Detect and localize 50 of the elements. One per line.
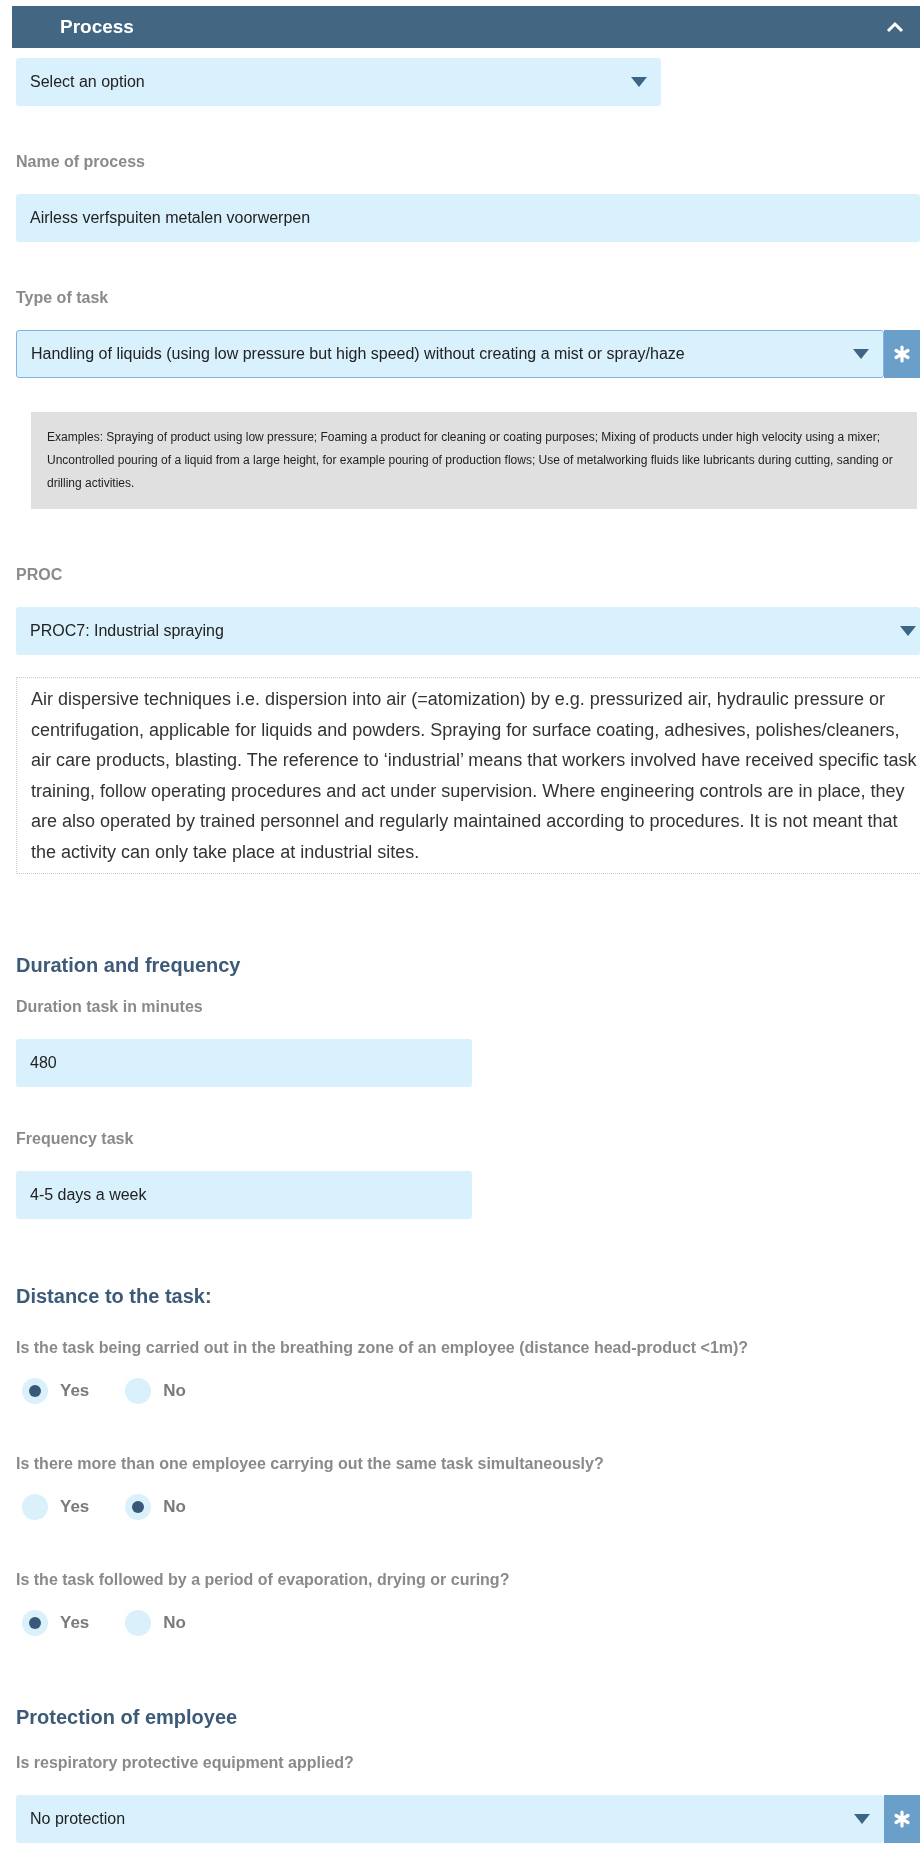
protection-select[interactable]: No protection [16,1795,884,1843]
question-text: Is respiratory protective equipment applied? [16,1753,355,1773]
option-select[interactable]: Select an option [16,58,661,106]
section-title: Process [60,16,134,38]
field-label: Frequency task [16,1129,135,1149]
field-label: Type of task [16,288,110,308]
radio-option[interactable]: Yes [22,1494,90,1520]
field-label: Duration task in minutes [16,997,204,1017]
section-heading: Distance to the task: [16,1285,213,1308]
radio-label: Yes [60,1497,90,1517]
question-text: Is there more than one employee carrying out the same task simultaneously? [16,1454,605,1474]
radio-button[interactable] [125,1378,152,1404]
asterisk-icon [893,345,911,363]
proc-description: Air dispersive techniques i.e. dispersion into air (=atomization) by e.g. pressurized air, hydraulic pressure or centrifugation, applicable for liquids and powders. Spraying for surface coating, adhesives, polishes/cleaners, air care products, blasting. The reference to ‘industrial’ means that workers involved have received specific task training, follow operating procedures and act under supervision. Where engineering controls are in place, they are also operated by trained personnel and regularly maintained according to procedures. It is not meant that the activity can only take place at industrial sites. [16,677,920,874]
required-button[interactable] [884,1795,920,1843]
input-field[interactable]: 4-5 days a week [16,1171,472,1219]
input-field[interactable]: 480 [16,1039,472,1087]
section-header[interactable]: Process [12,6,920,48]
radio-button[interactable] [22,1378,48,1404]
chevron-icon [886,21,904,33]
radio-option[interactable]: No [125,1378,186,1404]
radio-label: No [163,1497,186,1517]
process-name-field[interactable]: Airless verfspuiten metalen voorwerpen [16,194,920,242]
radio-label: Yes [60,1613,90,1633]
caret-icon [853,349,869,359]
question-text: Is the task followed by a period of evaporation, drying or curing? [16,1570,511,1590]
radio-option[interactable]: Yes [22,1378,90,1404]
caret-icon [900,626,916,636]
radio-option[interactable]: No [125,1494,186,1520]
field-label: PROC [16,565,64,585]
radio-button[interactable] [125,1610,152,1636]
caret-icon [631,77,647,87]
proc-select[interactable]: PROC7: Industrial spraying [16,607,920,655]
section-heading: Duration and frequency [16,954,242,977]
radio-option[interactable]: No [125,1610,186,1636]
required-button[interactable] [884,330,920,378]
field-label: Name of process [16,152,146,172]
radio-label: No [163,1381,186,1401]
radio-label: Yes [60,1381,90,1401]
examples-note: Examples: Spraying of product using low pressure; Foaming a product for cleaning or coating purposes; Mixing of products under high velocity using a mixer; Uncontrolled pouring of a liquid from a large height, for example pouring of production flows; Use of metalworking fluids like lubricants during cutting, sanding or drilling activities. [31,412,917,509]
section-heading: Protection of employee [16,1706,239,1729]
caret-icon [854,1814,870,1824]
radio-option[interactable]: Yes [22,1610,90,1636]
question-text: Is the task being carried out in the breathing zone of an employee (distance head-product <1m)? [16,1338,750,1358]
task-type-select[interactable]: Handling of liquids (using low pressure but high speed) without creating a mist or spray/haze [16,330,884,378]
asterisk-icon [893,1810,911,1828]
radio-button[interactable] [22,1494,48,1520]
radio-button[interactable] [125,1494,152,1520]
radio-label: No [163,1613,186,1633]
radio-button[interactable] [22,1610,48,1636]
